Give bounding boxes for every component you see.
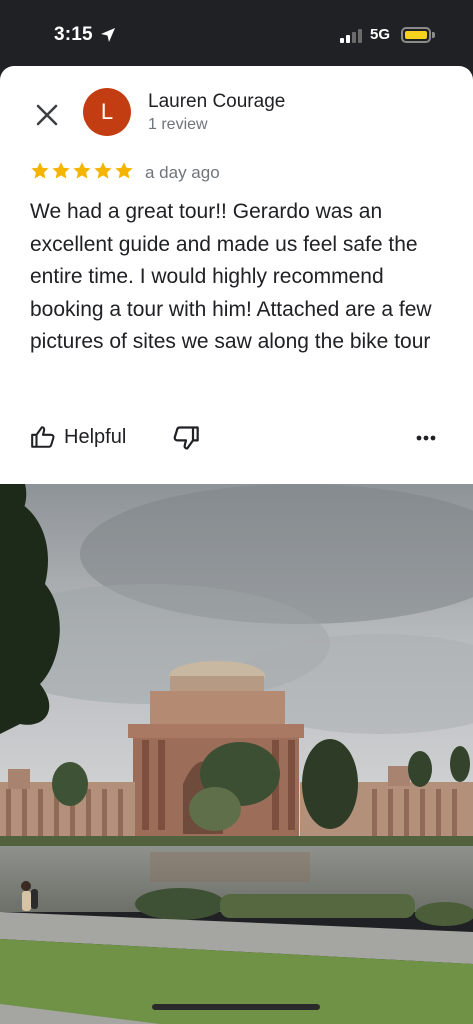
star-icon <box>115 162 133 179</box>
star-icon <box>73 162 91 179</box>
thumbs-up-icon <box>31 426 55 448</box>
status-bar: 3:15 5G <box>0 0 473 66</box>
helpful-button[interactable]: Helpful <box>30 422 126 452</box>
star-icon <box>31 162 49 179</box>
more-horizontal-icon[interactable] <box>410 428 442 448</box>
home-indicator[interactable] <box>152 1004 320 1010</box>
review-text: We had a great tour!! Gerardo was an exc… <box>30 200 432 353</box>
thumbs-down-icon[interactable] <box>172 424 200 452</box>
location-arrow-icon <box>101 28 115 42</box>
star-icon <box>52 162 70 179</box>
avatar-letter: L <box>100 99 114 124</box>
close-icon[interactable] <box>32 100 62 130</box>
network-type: 5G <box>370 26 391 43</box>
star-icon <box>94 162 112 179</box>
avatar[interactable]: L <box>83 88 131 136</box>
palace-of-fine-arts-photo <box>0 484 473 1024</box>
battery-icon <box>401 27 431 43</box>
helpful-label: Helpful <box>64 425 127 448</box>
status-time: 3:15 <box>54 24 93 45</box>
cellular-signal-icon <box>340 29 362 43</box>
battery-cap <box>432 32 435 38</box>
reviewer-name[interactable]: Lauren Courage <box>148 91 285 113</box>
star-rating <box>30 161 134 181</box>
reviewer-review-count: 1 review <box>148 116 208 133</box>
review-time: a day ago <box>145 163 220 182</box>
review-photo[interactable] <box>0 484 473 1024</box>
review-card: L Lauren Courage 1 review a day ago We h… <box>0 66 473 484</box>
